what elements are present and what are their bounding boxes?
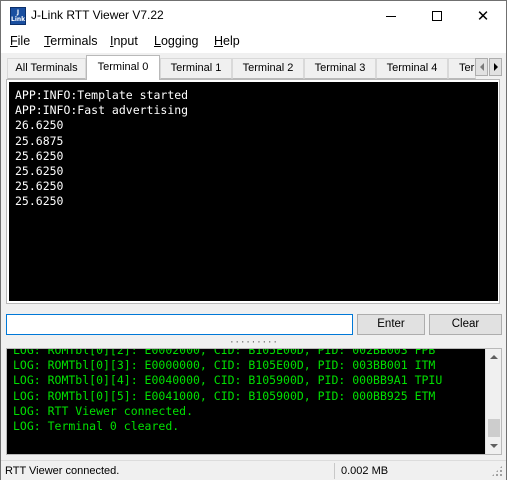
tab-terminal-5-partial[interactable]: Ter xyxy=(448,58,476,79)
menu-file-label: ile xyxy=(17,34,31,48)
log-scrollbar[interactable] xyxy=(485,349,501,454)
tab-terminal-4[interactable]: Terminal 4 xyxy=(376,58,448,79)
log-line: LOG: RTT Viewer connected. xyxy=(13,403,194,418)
window-title: J-Link RTT Viewer V7.22 xyxy=(31,8,164,22)
tab-scroll-left-button[interactable] xyxy=(475,58,488,76)
menu-help-accel: H xyxy=(214,34,224,48)
close-button[interactable]: ✕ xyxy=(460,1,506,31)
menu-file[interactable]: File xyxy=(10,34,30,48)
log-line: LOG: ROMTbl[0][5]: E0041000, CID: B10590… xyxy=(13,388,436,403)
menu-file-accel: F xyxy=(10,34,18,48)
scroll-down-button[interactable] xyxy=(486,438,501,454)
log-line: LOG: ROMTbl[0][2]: E0002000, CID: B105E0… xyxy=(13,348,436,357)
minimize-icon xyxy=(386,15,396,17)
terminal-line: APP:INFO:Fast advertising xyxy=(15,103,189,118)
terminal-line: 25.6250 xyxy=(15,194,64,209)
scroll-up-button[interactable] xyxy=(486,349,501,365)
terminal-line: 25.6250 xyxy=(15,179,64,194)
tab-scroll-right-button[interactable] xyxy=(489,58,502,76)
status-bar: RTT Viewer connected. 0.002 MB xyxy=(1,460,506,480)
terminal-tab-strip: All Terminals Terminal 0 Terminal 1 Term… xyxy=(1,55,506,80)
app-icon-letter: J xyxy=(16,9,20,16)
title-bar[interactable]: J Link J-Link RTT Viewer V7.22 ✕ xyxy=(1,1,506,31)
splitter-grip-icon: ········· xyxy=(229,338,278,348)
enter-button[interactable]: Enter xyxy=(357,314,425,335)
menu-logging-accel: L xyxy=(154,34,161,48)
log-lines: LOG: ROMTbl[0][2]: E0002000, CID: B105E0… xyxy=(13,348,443,434)
minimize-button[interactable] xyxy=(368,1,414,31)
status-separator xyxy=(334,463,335,479)
close-icon: ✕ xyxy=(476,6,490,25)
jlink-app-icon: J Link xyxy=(10,7,26,25)
maximize-icon xyxy=(432,11,442,21)
menu-logging[interactable]: Logging xyxy=(154,34,199,48)
scrollbar-thumb[interactable] xyxy=(488,419,500,437)
scroll-left-icon xyxy=(479,63,484,71)
log-line: LOG: ROMTbl[0][4]: E0040000, CID: B10590… xyxy=(13,373,443,388)
resize-grip-icon[interactable] xyxy=(491,465,503,477)
tab-terminal-2[interactable]: Terminal 2 xyxy=(232,58,304,79)
clear-button[interactable]: Clear xyxy=(429,314,502,335)
terminal-panel: APP:INFO:Template started APP:INFO:Fast a… xyxy=(6,79,500,304)
scroll-right-icon xyxy=(493,63,498,71)
terminal-input-field[interactable] xyxy=(6,314,353,335)
menu-help-label: elp xyxy=(223,34,240,48)
tab-all-terminals[interactable]: All Terminals xyxy=(7,58,86,79)
menu-logging-label: ogging xyxy=(160,34,199,48)
menu-input[interactable]: Input xyxy=(110,34,138,48)
menu-bar: File Terminals Input Logging Help xyxy=(1,31,506,53)
log-output[interactable]: LOG: ROMTbl[0][2]: E0002000, CID: B105E0… xyxy=(7,349,485,454)
tab-terminal-3[interactable]: Terminal 3 xyxy=(304,58,376,79)
terminal-line: 25.6250 xyxy=(15,148,64,163)
log-line: LOG: ROMTbl[0][3]: E0000000, CID: B105E0… xyxy=(13,358,436,373)
app-icon-word: Link xyxy=(11,16,26,23)
terminal-line: APP:INFO:Template started xyxy=(15,88,189,102)
maximize-button[interactable] xyxy=(414,1,460,31)
terminal-line: 26.6250 xyxy=(15,118,64,133)
menu-terminals-label: erminals xyxy=(50,34,98,48)
menu-terminals[interactable]: Terminals xyxy=(44,34,98,48)
scroll-up-icon xyxy=(490,355,498,359)
menu-help[interactable]: Help xyxy=(214,34,240,48)
log-panel: LOG: ROMTbl[0][2]: E0002000, CID: B105E0… xyxy=(6,348,502,455)
terminal-output[interactable]: APP:INFO:Template started APP:INFO:Fast a… xyxy=(9,82,498,301)
rtt-viewer-window: J Link J-Link RTT Viewer V7.22 ✕ File Te… xyxy=(0,0,507,480)
panel-splitter[interactable]: ········· xyxy=(1,338,506,348)
tab-terminal-1[interactable]: Terminal 1 xyxy=(160,58,232,79)
terminal-line: 25.6250 xyxy=(15,164,64,179)
terminal-line: 25.6875 xyxy=(15,133,64,148)
menu-input-label: nput xyxy=(113,34,138,48)
status-message: RTT Viewer connected. xyxy=(5,465,120,477)
log-line: LOG: Terminal 0 cleared. xyxy=(13,419,180,434)
scroll-down-icon xyxy=(490,444,498,448)
status-data-size: 0.002 MB xyxy=(341,465,389,477)
tab-terminal-0[interactable]: Terminal 0 xyxy=(86,55,160,80)
